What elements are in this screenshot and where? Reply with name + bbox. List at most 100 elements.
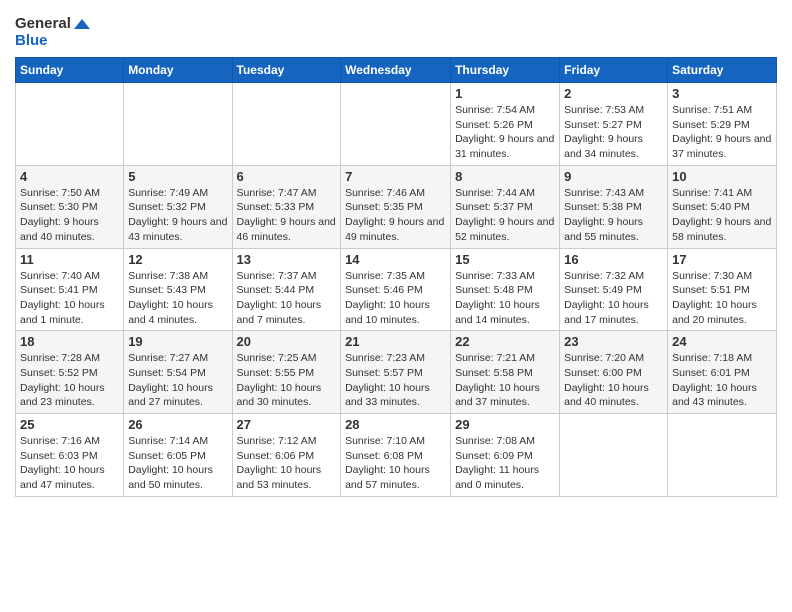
day-number: 3 xyxy=(672,86,772,101)
day-number: 11 xyxy=(20,252,119,267)
day-info: Sunrise: 7:43 AMSunset: 5:38 PMDaylight:… xyxy=(564,186,663,245)
day-number: 27 xyxy=(237,417,337,432)
calendar-week-row: 25 Sunrise: 7:16 AMSunset: 6:03 PMDayligh… xyxy=(16,414,777,497)
day-info: Sunrise: 7:35 AMSunset: 5:46 PMDaylight:… xyxy=(345,269,446,328)
day-info: Sunrise: 7:23 AMSunset: 5:57 PMDaylight:… xyxy=(345,351,446,410)
day-number: 24 xyxy=(672,334,772,349)
calendar-cell: 4 Sunrise: 7:50 AMSunset: 5:30 PMDaylight… xyxy=(16,165,124,248)
day-info: Sunrise: 7:33 AMSunset: 5:48 PMDaylight:… xyxy=(455,269,555,328)
logo-container: General Blue xyxy=(15,16,90,49)
calendar-cell: 2Sunrise: 7:53 AMSunset: 5:27 PMDaylight… xyxy=(560,83,668,166)
day-number: 12 xyxy=(128,252,227,267)
calendar-cell: 17 Sunrise: 7:30 AMSunset: 5:51 PMDayligh… xyxy=(668,248,777,331)
day-info: Sunrise: 7:08 AMSunset: 6:09 PMDaylight:… xyxy=(455,434,555,493)
calendar-table: SundayMondayTuesdayWednesdayThursdayFrid… xyxy=(15,57,777,497)
day-info: Sunrise: 7:46 AMSunset: 5:35 PMDaylight:… xyxy=(345,186,446,245)
calendar-cell: 20 Sunrise: 7:25 AMSunset: 5:55 PMDayligh… xyxy=(232,331,341,414)
weekday-header-saturday: Saturday xyxy=(668,58,777,83)
day-number: 13 xyxy=(237,252,337,267)
day-number: 26 xyxy=(128,417,227,432)
day-info: Sunrise: 7:25 AMSunset: 5:55 PMDaylight:… xyxy=(237,351,337,410)
day-info: Sunrise: 7:37 AMSunset: 5:44 PMDaylight:… xyxy=(237,269,337,328)
day-number: 28 xyxy=(345,417,446,432)
day-number: 6 xyxy=(237,169,337,184)
day-number: 16 xyxy=(564,252,663,267)
weekday-header-tuesday: Tuesday xyxy=(232,58,341,83)
day-info: Sunrise: 7:16 AMSunset: 6:03 PMDaylight:… xyxy=(20,434,119,493)
weekday-header-thursday: Thursday xyxy=(451,58,560,83)
day-number: 25 xyxy=(20,417,119,432)
calendar-cell: 23Sunrise: 7:20 AMSunset: 6:00 PMDayligh… xyxy=(560,331,668,414)
calendar-cell xyxy=(232,83,341,166)
calendar-cell: 12 Sunrise: 7:38 AMSunset: 5:43 PMDayligh… xyxy=(124,248,232,331)
day-info: Sunrise: 7:10 AMSunset: 6:08 PMDaylight:… xyxy=(345,434,446,493)
calendar-cell: 21 Sunrise: 7:23 AMSunset: 5:57 PMDayligh… xyxy=(341,331,451,414)
calendar-week-row: 4 Sunrise: 7:50 AMSunset: 5:30 PMDaylight… xyxy=(16,165,777,248)
day-info: Sunrise: 7:40 AMSunset: 5:41 PMDaylight:… xyxy=(20,269,119,328)
day-number: 4 xyxy=(20,169,119,184)
day-number: 2 xyxy=(564,86,663,101)
day-info: Sunrise: 7:47 AMSunset: 5:33 PMDaylight:… xyxy=(237,186,337,245)
day-number: 7 xyxy=(345,169,446,184)
calendar-cell: 3 Sunrise: 7:51 AMSunset: 5:29 PMDaylight… xyxy=(668,83,777,166)
calendar-cell: 27 Sunrise: 7:12 AMSunset: 6:06 PMDayligh… xyxy=(232,414,341,497)
calendar-cell: 14 Sunrise: 7:35 AMSunset: 5:46 PMDayligh… xyxy=(341,248,451,331)
day-number: 15 xyxy=(455,252,555,267)
day-info: Sunrise: 7:49 AMSunset: 5:32 PMDaylight:… xyxy=(128,186,227,245)
day-number: 21 xyxy=(345,334,446,349)
day-number: 14 xyxy=(345,252,446,267)
day-info: Sunrise: 7:51 AMSunset: 5:29 PMDaylight:… xyxy=(672,103,772,162)
calendar-cell: 15 Sunrise: 7:33 AMSunset: 5:48 PMDayligh… xyxy=(451,248,560,331)
day-info: Sunrise: 7:38 AMSunset: 5:43 PMDaylight:… xyxy=(128,269,227,328)
day-info: Sunrise: 7:28 AMSunset: 5:52 PMDaylight:… xyxy=(20,351,119,410)
day-info: Sunrise: 7:30 AMSunset: 5:51 PMDaylight:… xyxy=(672,269,772,328)
calendar-cell: 7 Sunrise: 7:46 AMSunset: 5:35 PMDaylight… xyxy=(341,165,451,248)
day-info: Sunrise: 7:54 AMSunset: 5:26 PMDaylight:… xyxy=(455,103,555,162)
day-info: Sunrise: 7:50 AMSunset: 5:30 PMDaylight:… xyxy=(20,186,119,245)
weekday-header-row: SundayMondayTuesdayWednesdayThursdayFrid… xyxy=(16,58,777,83)
calendar-cell: 6 Sunrise: 7:47 AMSunset: 5:33 PMDaylight… xyxy=(232,165,341,248)
weekday-header-monday: Monday xyxy=(124,58,232,83)
calendar-week-row: 18 Sunrise: 7:28 AMSunset: 5:52 PMDayligh… xyxy=(16,331,777,414)
calendar-cell: 5 Sunrise: 7:49 AMSunset: 5:32 PMDaylight… xyxy=(124,165,232,248)
day-number: 9 xyxy=(564,169,663,184)
calendar-cell: 29 Sunrise: 7:08 AMSunset: 6:09 PMDayligh… xyxy=(451,414,560,497)
calendar-cell: 11 Sunrise: 7:40 AMSunset: 5:41 PMDayligh… xyxy=(16,248,124,331)
day-number: 10 xyxy=(672,169,772,184)
calendar-cell xyxy=(560,414,668,497)
day-info: Sunrise: 7:41 AMSunset: 5:40 PMDaylight:… xyxy=(672,186,772,245)
calendar-cell: 22 Sunrise: 7:21 AMSunset: 5:58 PMDayligh… xyxy=(451,331,560,414)
weekday-header-friday: Friday xyxy=(560,58,668,83)
logo-general: General xyxy=(15,16,90,33)
day-number: 5 xyxy=(128,169,227,184)
calendar-cell: 26 Sunrise: 7:14 AMSunset: 6:05 PMDayligh… xyxy=(124,414,232,497)
day-number: 22 xyxy=(455,334,555,349)
page-header: General Blue xyxy=(15,10,777,49)
calendar-cell: 10 Sunrise: 7:41 AMSunset: 5:40 PMDayligh… xyxy=(668,165,777,248)
calendar-cell: 1 Sunrise: 7:54 AMSunset: 5:26 PMDaylight… xyxy=(451,83,560,166)
calendar-cell xyxy=(16,83,124,166)
logo: General Blue xyxy=(15,16,90,49)
calendar-cell xyxy=(341,83,451,166)
day-number: 18 xyxy=(20,334,119,349)
weekday-header-sunday: Sunday xyxy=(16,58,124,83)
day-number: 20 xyxy=(237,334,337,349)
calendar-cell: 25 Sunrise: 7:16 AMSunset: 6:03 PMDayligh… xyxy=(16,414,124,497)
day-number: 29 xyxy=(455,417,555,432)
calendar-cell xyxy=(668,414,777,497)
calendar-cell: 13 Sunrise: 7:37 AMSunset: 5:44 PMDayligh… xyxy=(232,248,341,331)
calendar-cell: 9 Sunrise: 7:43 AMSunset: 5:38 PMDaylight… xyxy=(560,165,668,248)
day-number: 1 xyxy=(455,86,555,101)
day-info: Sunrise: 7:27 AMSunset: 5:54 PMDaylight:… xyxy=(128,351,227,410)
day-info: Sunrise: 7:32 AMSunset: 5:49 PMDaylight:… xyxy=(564,269,663,328)
day-info: Sunrise: 7:18 AMSunset: 6:01 PMDaylight:… xyxy=(672,351,772,410)
day-number: 23 xyxy=(564,334,663,349)
day-info: Sunrise: 7:21 AMSunset: 5:58 PMDaylight:… xyxy=(455,351,555,410)
day-info: Sunrise: 7:44 AMSunset: 5:37 PMDaylight:… xyxy=(455,186,555,245)
weekday-header-wednesday: Wednesday xyxy=(341,58,451,83)
day-info: Sunrise: 7:12 AMSunset: 6:06 PMDaylight:… xyxy=(237,434,337,493)
calendar-cell: 18 Sunrise: 7:28 AMSunset: 5:52 PMDayligh… xyxy=(16,331,124,414)
day-number: 17 xyxy=(672,252,772,267)
day-number: 8 xyxy=(455,169,555,184)
day-info: Sunrise: 7:14 AMSunset: 6:05 PMDaylight:… xyxy=(128,434,227,493)
